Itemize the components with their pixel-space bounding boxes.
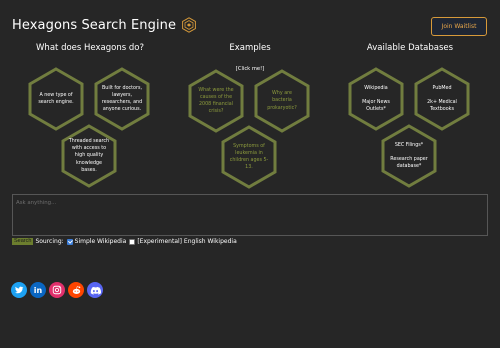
feature-hex: Threaded search with access to high qual… — [60, 124, 118, 188]
feature-hex-text: Built for doctors, lawyers, researchers,… — [101, 85, 143, 113]
feature-hex: Built for doctors, lawyers, researchers,… — [93, 67, 151, 131]
site-title: Hexagons Search Engine — [12, 17, 177, 33]
example-query-hex[interactable]: Why are bacteria prokaryotic? — [253, 69, 311, 133]
database-hex: SEC Filings* Research paper database* — [380, 124, 438, 188]
search-button[interactable]: Search — [12, 238, 34, 245]
example-query-text: Why are bacteria prokaryotic? — [267, 91, 297, 111]
instagram-icon[interactable] — [49, 282, 65, 298]
databases-section-title: Available Databases — [366, 43, 454, 53]
site-header: Hexagons Search Engine — [12, 17, 197, 33]
search-input[interactable] — [12, 194, 488, 236]
hexagon-logo-icon — [182, 17, 196, 33]
example-query-hex[interactable]: What were the causes of the 2008 financi… — [187, 69, 245, 133]
feature-hex-text: Threaded search with access to high qual… — [68, 138, 110, 173]
database-hex-text: SEC Filings* Research paper database* — [390, 142, 428, 170]
sourcing-label: Sourcing: — [35, 238, 64, 245]
database-hex: PubMed 2k+ Medical Textbooks — [413, 67, 471, 131]
example-query-text: What were the causes of the 2008 financi… — [198, 87, 234, 115]
twitter-icon[interactable] — [11, 282, 27, 298]
simple-wikipedia-checkbox[interactable] — [66, 238, 73, 245]
examples-section-title: Examples — [229, 43, 271, 53]
database-hex-text: PubMed 2k+ Medical Textbooks — [427, 85, 457, 113]
what-section-title: What does Hexagons do? — [36, 43, 144, 53]
discord-icon[interactable] — [87, 282, 103, 298]
reddit-icon[interactable] — [68, 282, 84, 298]
social-links: in — [11, 282, 106, 298]
feature-hex: A new type of search engine. — [27, 67, 85, 131]
join-waitlist-button[interactable]: Join Waitlist — [431, 17, 487, 36]
database-hex: Wikipedia Major News Outlets* — [347, 67, 405, 131]
english-wikipedia-label: [Experimental] English Wikipedia — [137, 238, 237, 245]
search-controls: Search Sourcing: Simple Wikipedia [Exper… — [12, 238, 237, 245]
example-query-text: Symptoms of leukemia in children ages 5-… — [229, 143, 269, 171]
feature-hex-text: A new type of search engine. — [38, 92, 74, 105]
linkedin-icon[interactable]: in — [30, 282, 46, 298]
simple-wikipedia-label: Simple Wikipedia — [74, 238, 127, 245]
example-query-hex[interactable]: Symptoms of leukemia in children ages 5-… — [220, 125, 278, 189]
english-wikipedia-checkbox[interactable] — [129, 238, 136, 245]
database-hex-text: Wikipedia Major News Outlets* — [362, 85, 390, 113]
